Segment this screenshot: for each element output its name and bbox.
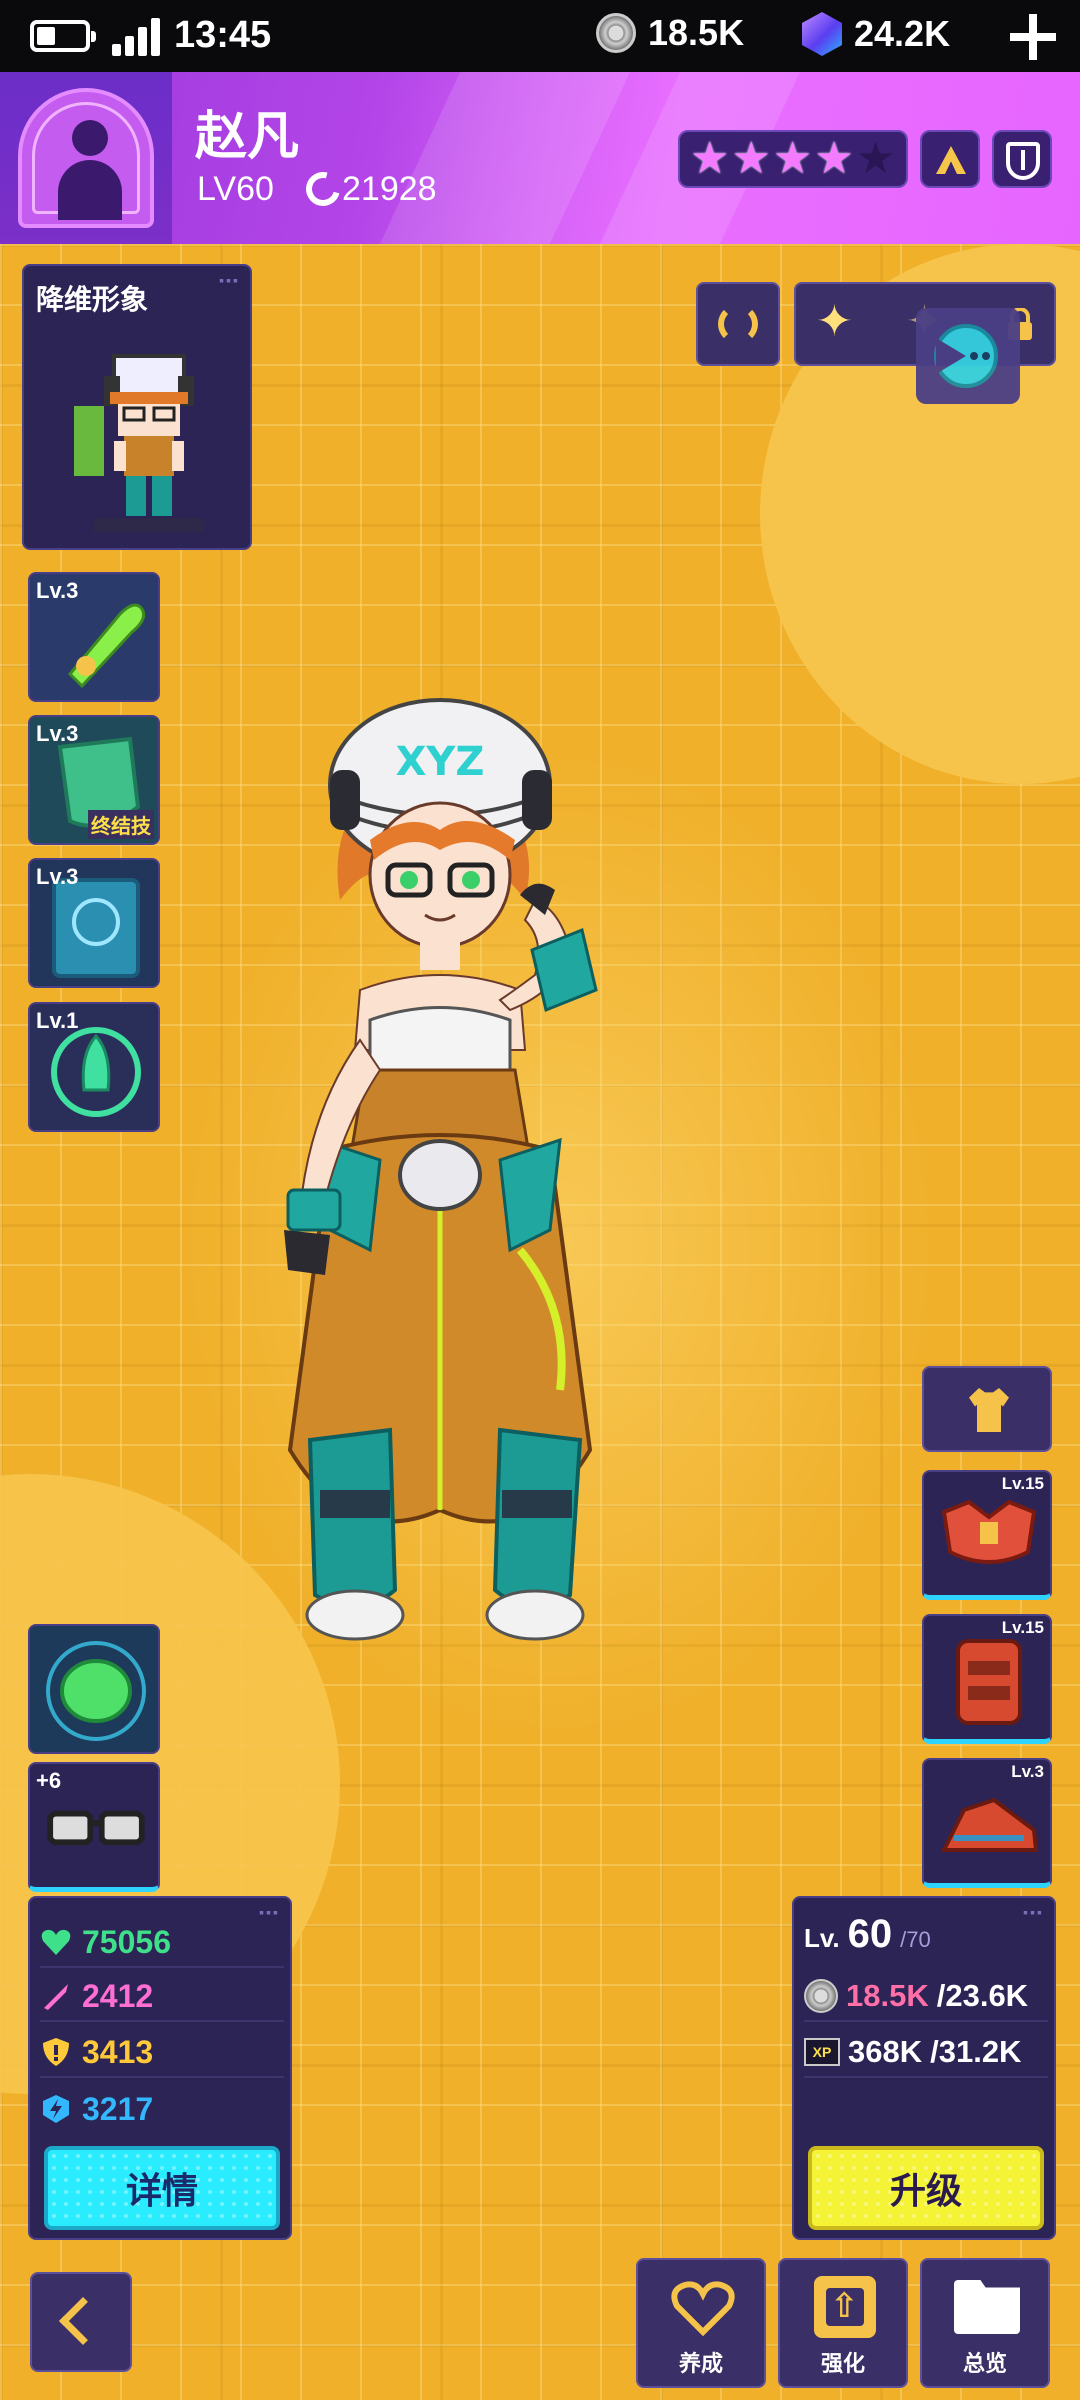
stats-panel: ▪▪▪ 75056 2412 3413 3217 详情 <box>28 1896 292 2240</box>
signal-icon <box>112 18 160 56</box>
avatar-silhouette-icon <box>72 120 108 156</box>
outfit-button[interactable] <box>922 1366 1052 1452</box>
stat-attack: 2412 <box>40 1972 284 2022</box>
skill-level: Lv.3 <box>36 721 79 746</box>
backpack-slot[interactable]: Lv.15 <box>922 1614 1052 1744</box>
player-name: 赵凡 <box>195 108 300 166</box>
defense-value: 3413 <box>82 2033 154 2070</box>
hp-value: 75056 <box>82 1923 171 1960</box>
glasses-slot[interactable]: +6 <box>28 1762 160 1892</box>
upgrade-panel: ▪▪▪ Lv. 60 /70 18.5K/23.6K XP 368K/31.2K… <box>792 1896 1056 2240</box>
coins-required: /23.6K <box>936 1978 1029 2013</box>
refresh-icon <box>718 304 758 344</box>
shoe-slot[interactable]: Lv.3 <box>922 1758 1052 1888</box>
star-filled-icon: ★ <box>772 134 813 183</box>
pixel-avatar-card[interactable]: ▪▪▪ 降维形象 <box>22 264 252 550</box>
xp-cost-row: XP 368K/31.2K <box>804 2028 1048 2078</box>
player-power: 21928 <box>342 170 437 208</box>
battery-icon <box>30 20 96 52</box>
shield-icon <box>43 2038 69 2066</box>
character-illustration[interactable]: XYZ <box>270 690 790 1910</box>
back-button[interactable] <box>30 2272 132 2372</box>
badge-button[interactable] <box>992 130 1052 188</box>
stat-energy: 3217 <box>40 2084 284 2134</box>
nav-enhance-label: 强化 <box>820 2351 865 2376</box>
chat-icon <box>934 324 998 388</box>
skill-slot-3[interactable]: Lv.3 <box>28 858 160 988</box>
pixel-avatar-sprite <box>74 354 204 532</box>
coin-counter: 18.5K <box>596 12 744 54</box>
plus-icon[interactable] <box>1010 14 1056 60</box>
lightning-icon <box>43 2095 69 2123</box>
coin-amount: 18.5K <box>648 12 745 53</box>
clock: 13:45 <box>174 14 272 56</box>
star-filled-icon: ★ <box>814 134 854 183</box>
gem-counter: 24.2K <box>802 12 950 56</box>
star-filled-icon: ★ <box>731 134 771 183</box>
equip-level: Lv.15 <box>1001 1474 1044 1493</box>
player-level: LV60 <box>197 170 274 208</box>
xp-icon: XP <box>804 2038 840 2066</box>
svg-text:XYZ: XYZ <box>396 739 485 785</box>
skill-level: Lv.3 <box>36 578 79 603</box>
nav-enhance-button[interactable]: 强化 <box>778 2258 908 2388</box>
energy-value: 3217 <box>82 2090 154 2127</box>
avatar[interactable] <box>0 72 172 244</box>
upgrade-button[interactable]: 升级 <box>808 2146 1044 2230</box>
gem-amount: 24.2K <box>854 13 951 54</box>
green-gem-icon <box>30 1626 158 1752</box>
enhance-bonus: +6 <box>36 1768 62 1793</box>
skill-slot-2[interactable]: Lv.3 终结技 <box>28 715 160 845</box>
coin-icon <box>804 1979 838 2013</box>
folder-icon <box>954 2280 1020 2334</box>
stat-defense: 3413 <box>40 2028 284 2078</box>
rank-button[interactable] <box>920 130 980 188</box>
ultimate-tag: 终结技 <box>88 810 154 839</box>
coin-icon <box>596 13 636 53</box>
armor-slot[interactable]: Lv.15 <box>922 1470 1052 1600</box>
nav-train-button[interactable]: 养成 <box>636 2258 766 2388</box>
coins-owned: 18.5K <box>846 1978 929 2013</box>
heart-icon <box>41 1929 71 1955</box>
stat-hp: 75056 <box>40 1918 284 1968</box>
chat-button[interactable] <box>916 308 1020 404</box>
xp-owned: 368K <box>848 2034 923 2069</box>
nav-overview-button[interactable]: 总览 <box>920 2258 1050 2388</box>
skill-slot-4[interactable]: Lv.1 <box>28 1002 160 1132</box>
gem-icon <box>802 12 842 56</box>
skill-slot-1[interactable]: Lv.3 <box>28 572 160 702</box>
current-level: 60 <box>847 1912 893 1956</box>
badge-icon <box>1006 142 1040 180</box>
rank-icon <box>936 146 966 174</box>
core-gem-slot[interactable] <box>28 1624 160 1754</box>
avatar-frame <box>18 88 154 228</box>
skill-level: Lv.1 <box>36 1008 79 1033</box>
skill-level: Lv.3 <box>36 864 79 889</box>
chip-upgrade-icon <box>814 2276 876 2338</box>
power-icon <box>299 165 347 213</box>
nav-train-label: 养成 <box>678 2351 723 2376</box>
heart-icon <box>671 2281 735 2336</box>
star-filled-icon: ★ <box>690 134 730 183</box>
level-label: Lv. <box>804 1923 840 1953</box>
chevron-left-icon <box>58 2296 108 2346</box>
profile-header: 赵凡 LV60 21928 ★ ★ ★ ★ ★ <box>0 72 1080 244</box>
nav-overview-label: 总览 <box>962 2351 1007 2376</box>
pixel-card-title: 降维形象 <box>36 284 149 315</box>
star-empty-icon: ★ <box>855 134 896 183</box>
sword-icon <box>44 1984 68 2010</box>
status-bar: 13:45 18.5K 24.2K <box>0 0 1080 72</box>
level-row: Lv. 60 /70 <box>804 1912 931 1957</box>
details-button[interactable]: 详情 <box>44 2146 280 2230</box>
max-level: /70 <box>900 1927 931 1952</box>
star-rating: ★ ★ ★ ★ ★ <box>678 130 908 188</box>
shirt-icon <box>969 1388 1009 1432</box>
sparkle-icon: ✦ <box>816 297 853 346</box>
refresh-button[interactable] <box>696 282 780 366</box>
equip-level: Lv.3 <box>1011 1762 1044 1781</box>
coin-cost-row: 18.5K/23.6K <box>804 1972 1048 2022</box>
equip-level: Lv.15 <box>1001 1618 1044 1637</box>
attack-value: 2412 <box>82 1977 154 2014</box>
xp-required: /31.2K <box>930 2034 1022 2069</box>
